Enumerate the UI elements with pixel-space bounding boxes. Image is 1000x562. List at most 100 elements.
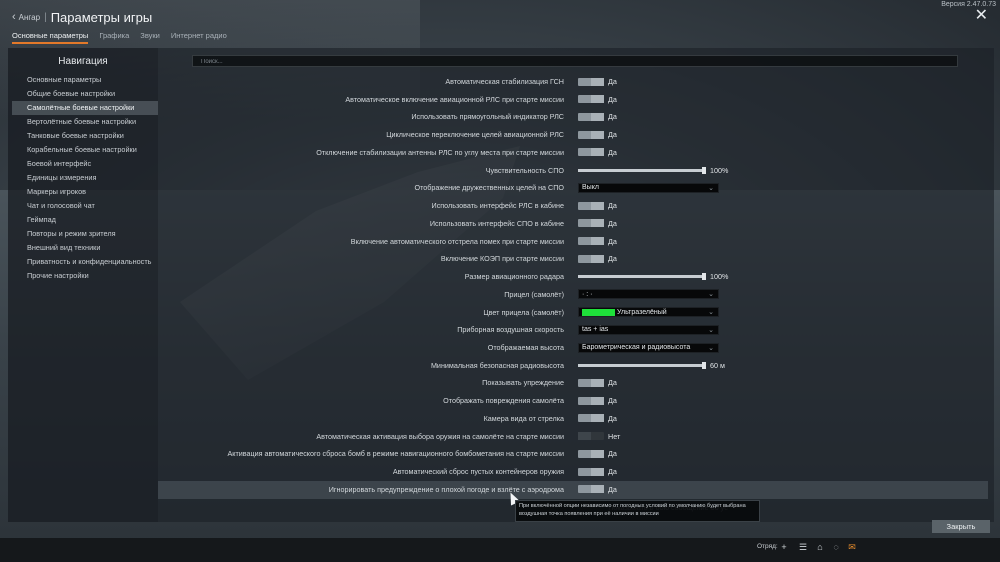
toggle-switch[interactable] bbox=[578, 219, 604, 228]
toggle-value: Нет bbox=[608, 431, 621, 441]
toggle-switch[interactable] bbox=[578, 485, 604, 494]
tab-2[interactable]: Звуки bbox=[140, 30, 160, 44]
setting-label: Отображаемая высота bbox=[487, 343, 564, 353]
setting-row[interactable]: Чувствительность СПО 100% bbox=[158, 162, 988, 180]
nav-item[interactable]: Основные параметры bbox=[12, 73, 158, 87]
plus-icon[interactable]: + bbox=[778, 541, 790, 553]
search-input[interactable] bbox=[193, 57, 957, 67]
setting-row[interactable]: Камера вида от стрелка Да bbox=[158, 410, 988, 428]
toggle-switch[interactable] bbox=[578, 254, 604, 263]
setting-row[interactable]: Минимальная безопасная радиовысота 60 м bbox=[158, 357, 988, 375]
slider-handle[interactable] bbox=[702, 361, 706, 369]
setting-row[interactable]: Автоматическая активация выбора оружия н… bbox=[158, 428, 988, 446]
dropdown[interactable]: Ультразелёный ⌄ bbox=[578, 307, 719, 318]
setting-row[interactable]: Использовать интерфейс РЛС в кабине Да bbox=[158, 197, 988, 215]
toggle-switch[interactable] bbox=[578, 378, 604, 387]
search-box[interactable] bbox=[192, 55, 958, 67]
list-icon[interactable]: ☰ bbox=[797, 541, 809, 553]
setting-label: Игнорировать предупреждение о плохой пог… bbox=[328, 484, 564, 494]
toggle-value: Да bbox=[608, 130, 617, 140]
setting-row[interactable]: Автоматический сброс пустых контейнеров … bbox=[158, 463, 988, 481]
setting-label: Использовать интерфейс СПО в кабине bbox=[429, 218, 564, 228]
setting-row[interactable]: Включение автоматического отстрела помех… bbox=[158, 233, 988, 251]
setting-row[interactable]: Автоматическое включение авиационной РЛС… bbox=[158, 91, 988, 109]
nav-item[interactable]: Прочие настройки bbox=[12, 269, 158, 283]
nav-item[interactable]: Единицы измерения bbox=[12, 171, 158, 185]
nav-item[interactable]: Повторы и режим зрителя bbox=[12, 227, 158, 241]
setting-row[interactable]: Отключение стабилизации антенны РЛС по у… bbox=[158, 144, 988, 162]
setting-label: Минимальная безопасная радиовысота bbox=[430, 360, 564, 370]
nav-item[interactable]: Боевой интерфейс bbox=[12, 157, 158, 171]
setting-row[interactable]: Цвет прицела (самолёт) Ультразелёный ⌄ bbox=[158, 304, 988, 322]
nav-item[interactable]: Внешний вид техники bbox=[12, 241, 158, 255]
slider[interactable] bbox=[578, 166, 706, 174]
setting-label: Размер авиационного радара bbox=[464, 272, 564, 282]
dropdown[interactable]: Барометрическая и радиовысота ⌄ bbox=[578, 342, 719, 353]
toggle-value: Да bbox=[608, 236, 617, 246]
setting-row[interactable]: Отображать повреждения самолёта Да bbox=[158, 392, 988, 410]
slider[interactable] bbox=[578, 273, 706, 281]
chevron-down-icon: ⌄ bbox=[708, 309, 714, 317]
toggle-switch[interactable] bbox=[578, 148, 604, 157]
header: ‹ Ангар | Параметры игры bbox=[12, 8, 152, 26]
nav-item[interactable]: Вертолётные боевые настройки bbox=[12, 115, 158, 129]
dropdown[interactable]: tas + ias ⌄ bbox=[578, 324, 719, 335]
setting-row[interactable]: Отображение дружественных целей на СПО Вы… bbox=[158, 179, 988, 197]
tab-1[interactable]: Графика bbox=[99, 30, 129, 44]
mail-icon[interactable]: ✉ bbox=[846, 541, 858, 553]
nav-item[interactable]: Геймпад bbox=[12, 213, 158, 227]
nav-item[interactable]: Танковые боевые настройки bbox=[12, 129, 158, 143]
setting-label: Циклическое переключение целей авиационн… bbox=[386, 130, 564, 140]
tab-3[interactable]: Интернет радио bbox=[171, 30, 227, 44]
nav-item[interactable]: Корабельные боевые настройки bbox=[12, 143, 158, 157]
slider[interactable] bbox=[578, 361, 706, 369]
nav-item[interactable]: Маркеры игроков bbox=[12, 185, 158, 199]
setting-row[interactable]: Циклическое переключение целей авиационн… bbox=[158, 126, 988, 144]
toggle-switch[interactable] bbox=[578, 396, 604, 405]
toggle-switch[interactable] bbox=[578, 95, 604, 104]
toggle-switch[interactable] bbox=[578, 77, 604, 86]
setting-label: Приборная воздушная скорость bbox=[457, 325, 564, 335]
setting-label: Камера вида от стрелка bbox=[483, 413, 564, 423]
setting-row[interactable]: Использовать интерфейс СПО в кабине Да bbox=[158, 215, 988, 233]
dropdown-value: Выкл bbox=[582, 184, 599, 192]
back-button[interactable]: ‹ Ангар bbox=[12, 11, 40, 23]
toggle-switch[interactable] bbox=[578, 432, 604, 441]
setting-row[interactable]: Приборная воздушная скорость tas + ias ⌄ bbox=[158, 321, 988, 339]
slider-handle[interactable] bbox=[702, 166, 706, 174]
setting-row[interactable]: Активация автоматического сброса бомб в … bbox=[158, 445, 988, 463]
close-button[interactable]: Закрыть bbox=[932, 520, 990, 533]
dropdown[interactable]: Выкл ⌄ bbox=[578, 182, 719, 193]
toggle-switch[interactable] bbox=[578, 201, 604, 210]
setting-label: Автоматическая стабилизация ГСН bbox=[445, 77, 564, 86]
setting-label: Цвет прицела (самолёт) bbox=[483, 307, 564, 317]
toggle-switch[interactable] bbox=[578, 130, 604, 139]
setting-row[interactable]: Включение КОЭП при старте миссии Да bbox=[158, 250, 988, 268]
setting-row[interactable]: Размер авиационного радара 100% bbox=[158, 268, 988, 286]
toggle-switch[interactable] bbox=[578, 237, 604, 246]
setting-label: Прицел (самолёт) bbox=[504, 289, 564, 299]
toggle-value: Да bbox=[608, 396, 617, 406]
toggle-switch[interactable] bbox=[578, 112, 604, 121]
nav-item[interactable]: Общие боевые настройки bbox=[12, 87, 158, 101]
setting-label: Использовать интерфейс РЛС в кабине bbox=[431, 201, 564, 211]
nav-item[interactable]: Чат и голосовой чат bbox=[12, 199, 158, 213]
close-icon[interactable]: ✕ bbox=[975, 8, 988, 24]
setting-row[interactable]: Показывать упреждение Да bbox=[158, 374, 988, 392]
squad-icon[interactable]: ⌂ bbox=[814, 541, 826, 553]
dropdown[interactable]: · : · ⌄ bbox=[578, 289, 719, 300]
setting-row[interactable]: Использовать прямоугольный индикатор РЛС… bbox=[158, 108, 988, 126]
chevron-down-icon: ⌄ bbox=[708, 326, 714, 334]
nav-item[interactable]: Приватность и конфиденциальность bbox=[12, 255, 158, 269]
setting-row[interactable]: Игнорировать предупреждение о плохой пог… bbox=[158, 480, 988, 499]
chat-icon[interactable]: ◌ bbox=[830, 541, 842, 553]
nav-item[interactable]: Самолётные боевые настройки bbox=[12, 101, 158, 115]
slider-handle[interactable] bbox=[702, 273, 706, 281]
toggle-switch[interactable] bbox=[578, 467, 604, 476]
toggle-switch[interactable] bbox=[578, 449, 604, 458]
setting-row[interactable]: Прицел (самолёт) · : · ⌄ bbox=[158, 286, 988, 304]
setting-row[interactable]: Отображаемая высота Барометрическая и рад… bbox=[158, 339, 988, 357]
tab-0[interactable]: Основные параметры bbox=[12, 30, 89, 44]
setting-row[interactable]: Автоматическая стабилизация ГСН Да bbox=[158, 73, 988, 91]
toggle-switch[interactable] bbox=[578, 414, 604, 423]
